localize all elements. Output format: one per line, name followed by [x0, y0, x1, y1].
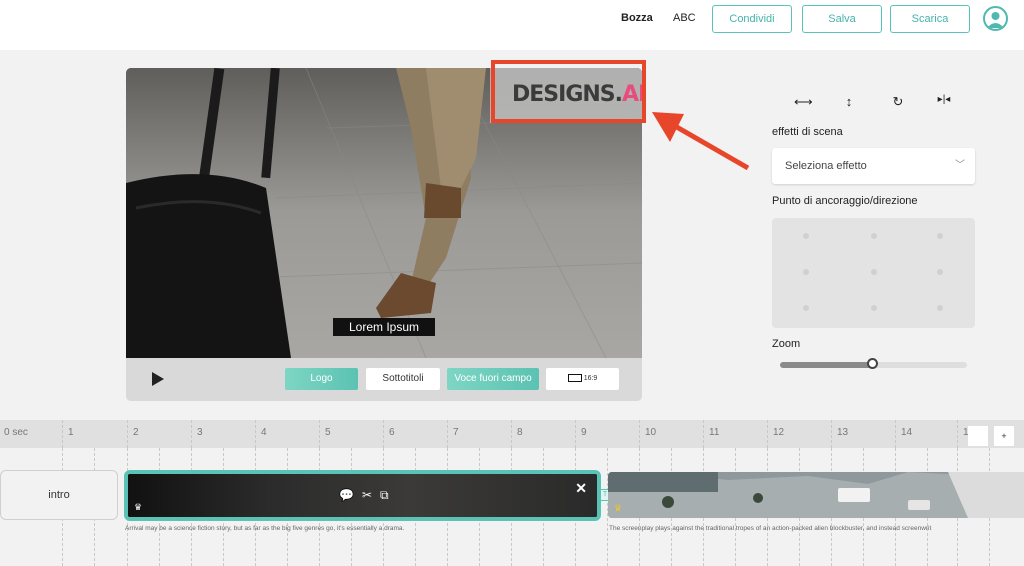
- timeline-tick: 3: [197, 427, 203, 438]
- anchor-dot[interactable]: [937, 269, 943, 275]
- subtitle-caption[interactable]: Lorem Ipsum: [333, 318, 435, 336]
- add-scene-button[interactable]: +: [994, 426, 1014, 446]
- anchor-dot[interactable]: [871, 305, 877, 311]
- timeline-tick: 2: [133, 427, 139, 438]
- zoom-slider-thumb[interactable]: [866, 358, 878, 369]
- timeline-tick: 9: [581, 427, 587, 438]
- anchor-dot[interactable]: [937, 305, 943, 311]
- aspect-ratio-icon: [567, 374, 582, 383]
- timeline-tick: 11: [709, 427, 720, 438]
- rotate-icon[interactable]: ↻: [889, 94, 907, 112]
- abc-toggle[interactable]: ABC: [673, 12, 696, 24]
- download-button[interactable]: Scarica: [890, 5, 970, 33]
- ruler-tick-line: [319, 420, 320, 448]
- ruler-tick-line: [127, 420, 128, 448]
- ruler-tick-line: [511, 420, 512, 448]
- ruler-tick-line: [62, 420, 63, 448]
- ruler-tick-line: [383, 420, 384, 448]
- draft-status: Bozza: [621, 12, 653, 24]
- clip-actions: 💬 ✂ ⧉: [339, 488, 397, 503]
- ruler-tick-line: [639, 420, 640, 448]
- crown-icon: ♛: [614, 503, 623, 513]
- highlight-box: [491, 60, 646, 123]
- annotation-arrow-icon: [652, 112, 750, 171]
- scene-effects-label: effetti di scena: [772, 126, 843, 138]
- timeline-tick: 13: [837, 427, 849, 438]
- aspect-ratio-label: 16:9: [583, 375, 598, 382]
- ruler-tick-line: [255, 420, 256, 448]
- preview-controls: Logo Sottotitoli Voce fuori campo 16:9: [126, 358, 642, 401]
- timeline-tick: 8: [517, 427, 523, 438]
- clip2-subtitle: The screenplay plays against the traditi…: [609, 525, 932, 532]
- timeline-ruler[interactable]: 0 sec123456789101112131415: [0, 420, 1024, 448]
- play-icon[interactable]: [152, 372, 164, 386]
- mirror-icon[interactable]: ▸|◂: [935, 94, 953, 112]
- share-button[interactable]: Condividi: [712, 5, 792, 33]
- timeline-tick: 14: [901, 427, 913, 438]
- flip-horizontal-icon[interactable]: ⟷: [794, 94, 813, 112]
- timeline-tick: 6: [389, 427, 395, 438]
- ruler-tick-line: [575, 420, 576, 448]
- avatar-icon[interactable]: [983, 6, 1008, 31]
- zoom-label: Zoom: [772, 338, 801, 350]
- anchor-dot[interactable]: [871, 269, 877, 275]
- intro-clip[interactable]: intro: [0, 470, 118, 520]
- anchor-dot[interactable]: [871, 233, 877, 239]
- anchor-dot[interactable]: [803, 305, 809, 311]
- crown-icon: ♛: [134, 502, 143, 512]
- timeline-tick: 7: [453, 427, 459, 438]
- top-bar: Bozza ABC Condividi Salva Scarica: [0, 0, 1024, 50]
- selected-scene-clip[interactable]: 💬 ✂ ⧉ ✕ ♛: [124, 470, 601, 521]
- ruler-tick-line: [831, 420, 832, 448]
- flip-vertical-icon[interactable]: ↕: [840, 94, 858, 112]
- comment-icon[interactable]: 💬: [339, 488, 354, 502]
- anchor-grid[interactable]: [772, 218, 975, 328]
- chevron-down-icon: ﹀: [955, 160, 965, 171]
- ruler-tick-line: [447, 420, 448, 448]
- anchor-dot[interactable]: [803, 233, 809, 239]
- scissors-icon[interactable]: ✂: [362, 488, 372, 502]
- ruler-tick-line: [703, 420, 704, 448]
- timeline-tick: 10: [645, 427, 657, 438]
- clip1-subtitle: Arrival may be a science fiction story, …: [125, 525, 405, 532]
- timeline-tick: 4: [261, 427, 267, 438]
- anchor-dot[interactable]: [937, 233, 943, 239]
- clip-thumbnail-2: [608, 472, 1024, 518]
- anchor-dot[interactable]: [803, 269, 809, 275]
- timeline-tick: 12: [773, 427, 785, 438]
- timeline-scroll-button[interactable]: [968, 426, 988, 446]
- voiceover-button[interactable]: Voce fuori campo: [447, 368, 539, 390]
- timeline-tick: 5: [325, 427, 331, 438]
- subtitles-button[interactable]: Sottotitoli: [366, 368, 440, 390]
- replace-media-icon[interactable]: ⧉: [380, 488, 389, 502]
- aspect-ratio-button[interactable]: 16:9: [546, 368, 619, 390]
- ruler-tick-line: [767, 420, 768, 448]
- ruler-tick-line: [191, 420, 192, 448]
- anchor-label: Punto di ancoraggio/direzione: [772, 195, 918, 207]
- effect-select[interactable]: Seleziona effetto ﹀: [772, 148, 975, 184]
- close-icon[interactable]: ✕: [575, 480, 587, 497]
- effect-select-placeholder: Seleziona effetto: [785, 160, 867, 172]
- logo-button[interactable]: Logo: [285, 368, 358, 390]
- zoom-slider[interactable]: [780, 358, 967, 369]
- timeline-tick: 1: [68, 427, 74, 438]
- ruler-tick-line: [895, 420, 896, 448]
- scene-clip-2[interactable]: ♛: [608, 472, 1024, 518]
- timeline-tick: 0 sec: [4, 427, 28, 438]
- ruler-tick-line: [957, 420, 958, 448]
- save-button[interactable]: Salva: [802, 5, 882, 33]
